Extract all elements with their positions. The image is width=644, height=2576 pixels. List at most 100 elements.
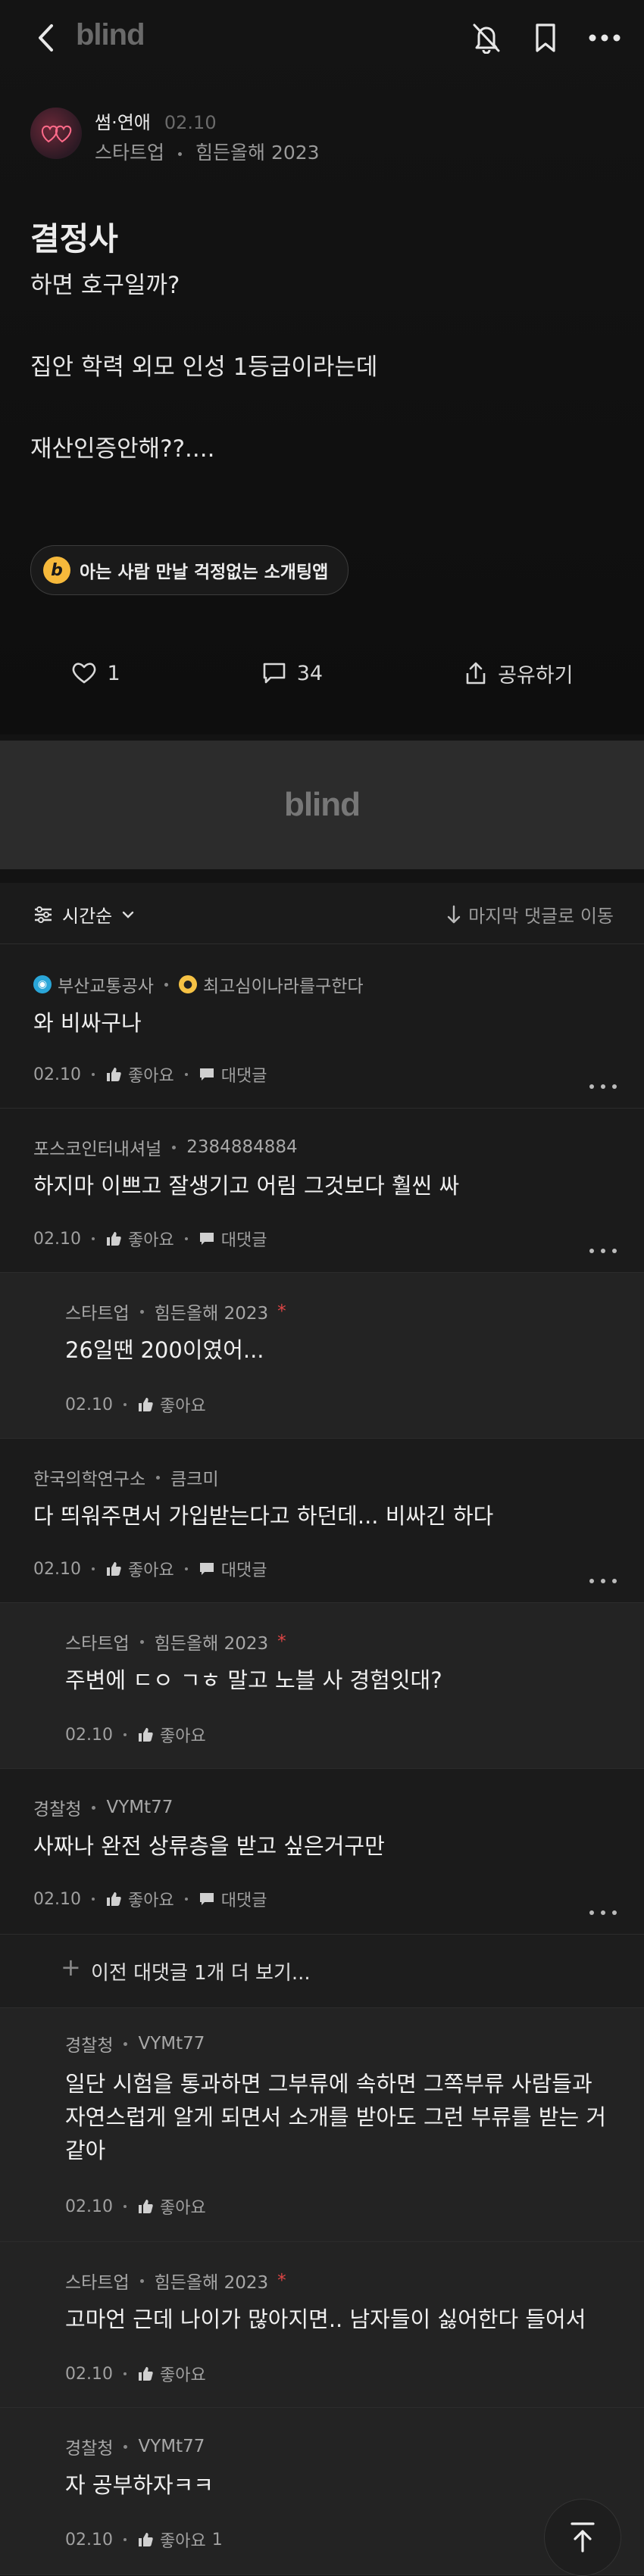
arrow-down-icon bbox=[447, 905, 461, 923]
comment-footer: 02.10 좋아요 대댓글 bbox=[33, 1227, 267, 1251]
comment-meta: 스타트업 힘든올해 2023 * bbox=[65, 1299, 286, 1324]
comment-like-button[interactable]: 좋아요 bbox=[105, 1557, 174, 1581]
reply-item: 스타트업 힘든올해 2023 * 고마언 근데 나이가 많아지면.. 남자들이 싫… bbox=[0, 2242, 644, 2408]
comment-company: 경찰청 bbox=[65, 2439, 114, 2459]
scroll-to-top-button[interactable] bbox=[544, 2499, 621, 2576]
comment-like-button[interactable]: 좋아요 bbox=[137, 2362, 206, 2386]
comment-text: 일단 시험을 통과하면 그부류에 속하면 그쪽부류 사람들과 자연스럽게 알게 … bbox=[65, 2071, 607, 2163]
comment-text: 다 띄워주면서 가입받는다고 하던데... 비싸긴 하다 bbox=[33, 1503, 494, 1529]
emoji-badge-icon: ● bbox=[178, 975, 197, 993]
comment-text: 와 비싸구나 bbox=[33, 1010, 142, 1036]
comment-meta: 경찰청 VYMt77 bbox=[65, 2434, 205, 2459]
comment-nickname: VYMt77 bbox=[106, 1798, 174, 1817]
thumbs-up-icon bbox=[138, 1728, 153, 1742]
bookmark-button[interactable] bbox=[529, 21, 562, 55]
load-more-replies-button[interactable]: + 이전 대댓글 1개 더 보기... bbox=[0, 1935, 644, 2008]
comment-count: 34 bbox=[296, 661, 324, 685]
comment-fill-icon bbox=[199, 1068, 214, 1081]
comment-reply-button[interactable]: 대댓글 bbox=[199, 1062, 267, 1087]
comment-like-button[interactable]: 좋아요 bbox=[137, 2194, 206, 2219]
author-mark: * bbox=[277, 2271, 286, 2291]
plus-icon: + bbox=[61, 1953, 81, 1982]
thumbs-up-icon bbox=[138, 2533, 153, 2546]
comment-like-button[interactable]: 좋아요 bbox=[137, 1723, 206, 1747]
share-label: 공유하기 bbox=[498, 663, 574, 688]
comment-like-button[interactable]: 좋아요 bbox=[137, 1392, 206, 1417]
arrow-up-to-top-icon bbox=[571, 2522, 595, 2553]
comment-date: 02.10 bbox=[33, 1065, 81, 1084]
comment-fill-icon bbox=[199, 1233, 214, 1245]
comment-more-button[interactable] bbox=[589, 1905, 617, 1920]
heart-outline-icon bbox=[72, 663, 95, 684]
bell-off-icon bbox=[473, 23, 500, 54]
heart-icon bbox=[41, 125, 72, 143]
comment-nickname: VYMt77 bbox=[138, 2437, 205, 2456]
comment-text: 사짜나 완전 상류층을 받고 싶은거구만 bbox=[33, 1833, 385, 1859]
comment-company: 포스코인터내셔널 bbox=[33, 1140, 162, 1159]
comment-like-button[interactable]: 좋아요 1 bbox=[137, 2528, 223, 2552]
comment-text: 주변에 ㄷㅇ ㄱㅎ 말고 노블 사 경험잇대? bbox=[65, 1667, 442, 1693]
company-badge-icon: ◉ bbox=[33, 975, 52, 993]
comment-item: 한국의학연구소 큼크미 다 띄워주면서 가입받는다고 하던데... 비싸긴 하다… bbox=[0, 1439, 644, 1603]
comment-company: 스타트업 bbox=[65, 1634, 130, 1654]
comment-date: 02.10 bbox=[65, 2364, 113, 2384]
comment-nickname: 큼크미 bbox=[170, 1470, 219, 1489]
filter-icon bbox=[35, 906, 52, 923]
comment-like-button[interactable]: 좋아요 bbox=[105, 1887, 174, 1911]
comment-meta: 경찰청 VYMt77 bbox=[65, 2031, 205, 2057]
comment-meta: ◉ 부산교통공사 ● 최고심이나라를구한다 bbox=[33, 971, 364, 997]
thumbs-up-icon bbox=[138, 2200, 153, 2213]
promo-chip[interactable]: b 아는 사람 만날 걱정없는 소개팅앱 bbox=[30, 545, 349, 595]
sort-dropdown[interactable]: 시간순 bbox=[33, 901, 135, 928]
comment-date: 02.10 bbox=[65, 2530, 113, 2549]
comment-date: 02.10 bbox=[65, 1725, 113, 1745]
author-mark: * bbox=[277, 1632, 286, 1651]
thumbs-up-icon bbox=[106, 1892, 121, 1906]
ad-banner[interactable]: blind bbox=[0, 741, 644, 869]
comment-reply-button[interactable]: 대댓글 bbox=[199, 1557, 267, 1581]
comment-company: 스타트업 bbox=[65, 2273, 130, 2293]
comment-footer: 02.10 좋아요 1 bbox=[65, 2528, 223, 2552]
category-label[interactable]: 썸·연애 bbox=[95, 112, 151, 133]
comment-like-button[interactable]: 좋아요 bbox=[105, 1227, 174, 1251]
notification-off-button[interactable] bbox=[470, 21, 503, 55]
comment-meta: 포스코인터내셔널 2384884884 bbox=[33, 1134, 298, 1160]
comment-like-button[interactable]: 좋아요 bbox=[105, 1062, 174, 1087]
comment-footer: 02.10 좋아요 bbox=[65, 1723, 206, 1747]
more-options-button[interactable] bbox=[588, 21, 621, 55]
comment-date: 02.10 bbox=[65, 1395, 113, 1414]
comment-more-button[interactable] bbox=[589, 1079, 617, 1094]
back-button[interactable] bbox=[30, 20, 61, 56]
bookmark-icon bbox=[536, 23, 555, 52]
comment-more-button[interactable] bbox=[589, 1243, 617, 1258]
chevron-down-icon bbox=[123, 911, 134, 918]
jump-to-last-comment[interactable]: 마지막 댓글로 이동 bbox=[447, 901, 614, 928]
comment-nickname: 최고심이나라를구한다 bbox=[202, 977, 364, 996]
comment-nickname: 힘든올해 2023 bbox=[154, 2273, 269, 2293]
reply-item: 스타트업 힘든올해 2023 * 주변에 ㄷㅇ ㄱㅎ 말고 노블 사 경험잇대? … bbox=[0, 1603, 644, 1769]
avatar[interactable] bbox=[30, 108, 82, 159]
comment-text: 26일땐 200이였어... bbox=[65, 1337, 264, 1363]
comment-nickname: VYMt77 bbox=[138, 2034, 205, 2054]
thumbs-up-icon bbox=[106, 1232, 121, 1246]
comment-reply-button[interactable]: 대댓글 bbox=[199, 1227, 267, 1251]
jump-label: 마지막 댓글로 이동 bbox=[468, 906, 614, 927]
share-icon bbox=[466, 662, 486, 685]
thumbs-up-icon bbox=[138, 2367, 153, 2381]
reply-item: 스타트업 힘든올해 2023 * 26일땐 200이였어... 02.10 좋아요 bbox=[0, 1273, 644, 1439]
comment-fill-icon bbox=[199, 1563, 214, 1575]
sort-bar: 시간순 마지막 댓글로 이동 bbox=[0, 883, 644, 944]
comment-more-button[interactable] bbox=[589, 1573, 617, 1589]
thumbs-up-icon bbox=[106, 1068, 121, 1081]
comment-reply-button[interactable]: 대댓글 bbox=[199, 1887, 267, 1911]
sort-label: 시간순 bbox=[62, 906, 113, 927]
post-title: 결정사 bbox=[30, 220, 118, 257]
app-logo[interactable]: blind bbox=[76, 18, 145, 52]
chevron-left-icon bbox=[39, 24, 53, 51]
like-button[interactable]: 1 bbox=[71, 662, 120, 685]
comment-button[interactable]: 34 bbox=[262, 662, 323, 685]
comment-meta: 스타트업 힘든올해 2023 * bbox=[65, 1629, 286, 1654]
share-button[interactable]: 공유하기 bbox=[464, 659, 573, 688]
top-bar: blind bbox=[0, 0, 644, 76]
comment-fill-icon bbox=[199, 1893, 214, 1905]
